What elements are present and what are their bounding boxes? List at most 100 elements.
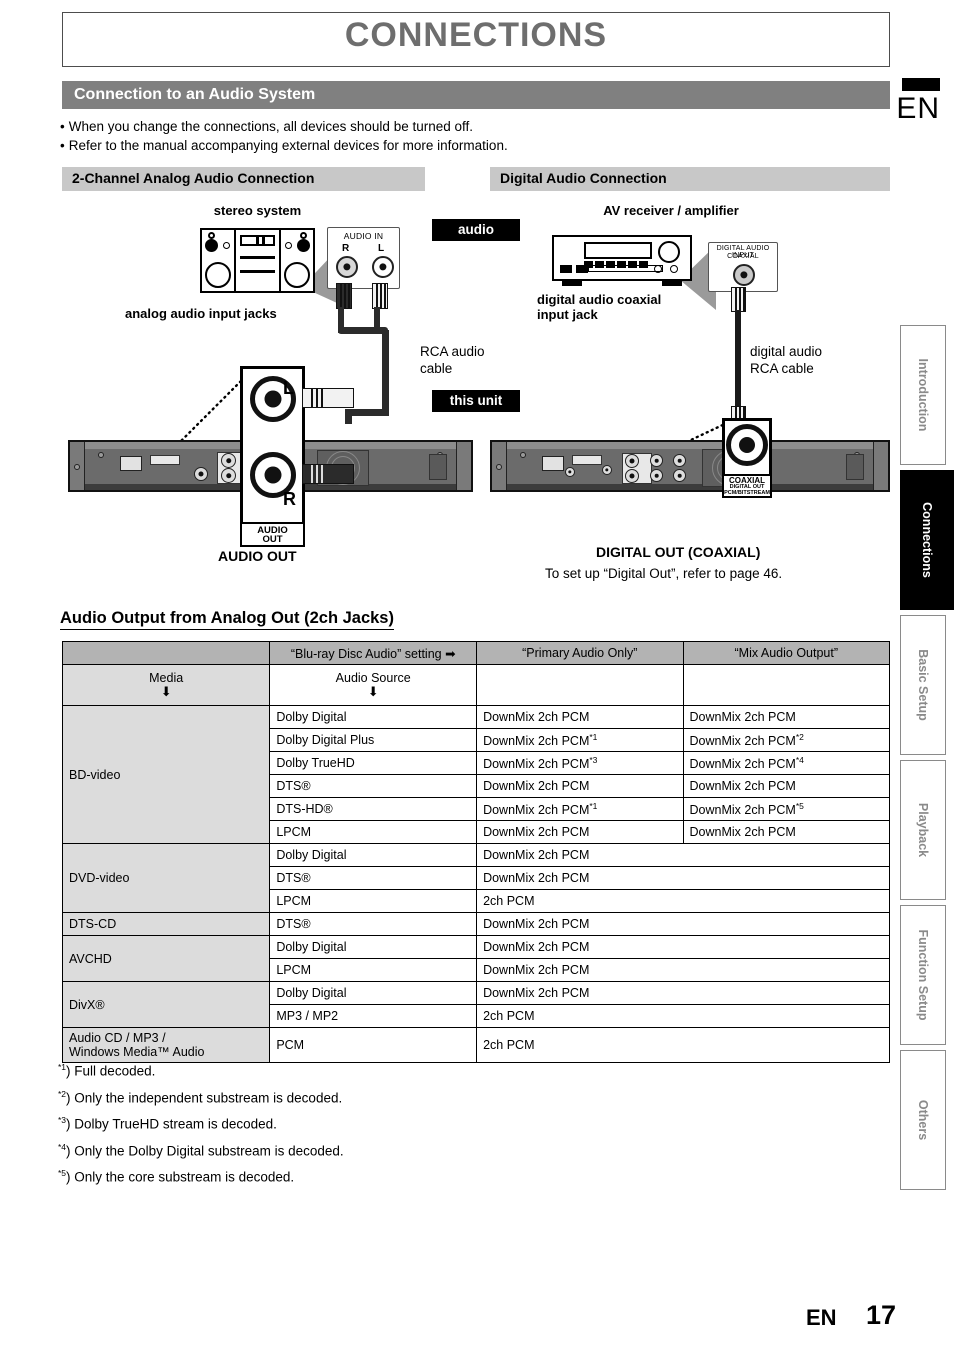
manual-page: CONNECTIONS Connection to an Audio Syste… xyxy=(0,0,954,1348)
section-header-label: Connection to an Audio System xyxy=(74,86,316,103)
audio-in-title: AUDIO IN xyxy=(343,231,384,241)
sidebar-tab-others[interactable]: Others xyxy=(900,1050,946,1190)
audio-in-label-l: L xyxy=(378,243,385,254)
table-row: DTS-CD DTS® DownMix 2ch PCM xyxy=(61,912,890,937)
table-cell-source: Dolby Digital xyxy=(269,705,478,729)
table-cell-output: 2ch PCM xyxy=(476,889,890,914)
table-cell-source: LPCM xyxy=(269,820,478,845)
note-text: When you change the connections, all dev… xyxy=(68,119,474,134)
sidebar-tab-label: Connections xyxy=(920,502,934,578)
table-cell-mix: DownMix 2ch PCM xyxy=(682,820,891,845)
rear-jack-r3 xyxy=(650,454,663,467)
table-cell-output: DownMix 2ch PCM xyxy=(476,866,890,891)
speaker-left xyxy=(202,230,236,291)
analog-input-jacks-label: analog audio input jacks xyxy=(125,306,277,321)
table-header-setting: “Blu-ray Disc Audio” setting ➡ xyxy=(269,641,478,665)
table-cell-mix: DownMix 2ch PCM*4 xyxy=(682,751,891,776)
table-subheader-media: Media ⬇ xyxy=(61,664,271,706)
coaxial-input-socket xyxy=(733,264,755,286)
sidebar-tab-basic-setup[interactable]: Basic Setup xyxy=(900,615,946,755)
sidebar-tab-playback[interactable]: Playback xyxy=(900,760,946,900)
hdmi-port-right xyxy=(572,455,602,465)
big-plug-white xyxy=(302,388,354,408)
digital-coaxial-jack-label: digital audio coaxial input jack xyxy=(537,292,662,322)
coaxial-out-big-jack xyxy=(726,424,768,466)
table-cell-output: 2ch PCM xyxy=(476,1027,890,1064)
footnote-item: *3) Dolby TrueHD stream is decoded. xyxy=(58,1115,277,1132)
subsection-label-digital: Digital Audio Connection xyxy=(500,170,667,186)
table-cell-media: DivX® xyxy=(61,981,271,1029)
coax-out-jack xyxy=(602,465,612,475)
footer-language: EN xyxy=(806,1305,837,1330)
table-cell-source: Dolby TrueHD xyxy=(269,751,478,776)
note-item: • When you change the connections, all de… xyxy=(60,117,760,136)
lan-port-right xyxy=(542,456,564,471)
table-row: DivX® Dolby Digital DownMix 2ch PCM xyxy=(61,981,890,1029)
sidebar-tab-label: Playback xyxy=(916,802,930,858)
sidebar-tab-label: Others xyxy=(916,1099,930,1141)
audio-out-jack-r xyxy=(221,468,236,483)
footnotes-list: *1) Full decoded. *2) Only the independen… xyxy=(58,1056,344,1189)
sidebar-tab-connections[interactable]: Connections xyxy=(900,470,954,610)
table-cell-media: BD-video xyxy=(61,704,271,845)
speaker-right xyxy=(279,230,313,291)
stereo-center-unit xyxy=(236,230,279,291)
subsection-label-analog: 2-Channel Analog Audio Connection xyxy=(72,170,315,186)
table-cell-mix: DownMix 2ch PCM xyxy=(682,774,891,799)
footnote-mark: *1 xyxy=(58,1062,67,1072)
rear-minijack-right xyxy=(565,467,575,477)
table-cell-source: DTS® xyxy=(269,866,478,891)
table-cell-source: Dolby Digital xyxy=(269,981,478,1006)
audio-in-callout: AUDIO IN R L xyxy=(327,227,400,289)
bullet-icon: • xyxy=(60,138,65,153)
table-cell-source: DTS® xyxy=(269,912,478,937)
table-cell-output: DownMix 2ch PCM xyxy=(476,843,890,868)
rear-jack-r2 xyxy=(625,469,639,483)
audio-out-inner-label-box: AUDIO OUT xyxy=(240,522,305,547)
digital-cable-vertical xyxy=(735,310,741,410)
coax-line-3: PCM/BITSTREAM xyxy=(724,490,770,496)
table-cell-source: LPCM xyxy=(269,958,478,983)
rca-cable-right-seg1 xyxy=(374,307,380,327)
table-row: DVD-video Dolby Digital DownMix 2ch PCM xyxy=(61,843,890,914)
power-inlet xyxy=(429,454,447,480)
digital-input-title-2: COAXIAL xyxy=(727,253,759,260)
table-cell-primary: DownMix 2ch PCM xyxy=(476,820,684,845)
table-subheader-source: Audio Source ⬇ xyxy=(269,664,478,706)
sidebar-tab-introduction[interactable]: Introduction xyxy=(900,325,946,465)
table-cell-mix: DownMix 2ch PCM*5 xyxy=(682,797,891,822)
rca-cable-join xyxy=(338,327,388,334)
av-receiver-label: AV receiver / amplifier xyxy=(603,203,739,218)
language-bar xyxy=(902,78,940,91)
table-cell-source: Dolby Digital xyxy=(269,843,478,868)
table-cell-media: AVCHD xyxy=(61,935,271,983)
power-inlet-right xyxy=(846,454,864,480)
table-cell-media: DTS-CD xyxy=(61,912,271,937)
rear-jack-r6 xyxy=(673,469,686,482)
digital-out-caption-title: DIGITAL OUT (COAXIAL) xyxy=(596,544,761,560)
table-cell-source: Dolby Digital xyxy=(269,935,478,960)
audio-out-jack-l xyxy=(221,453,236,468)
page-title: CONNECTIONS xyxy=(344,16,608,54)
table-cell-primary: DownMix 2ch PCM*1 xyxy=(476,727,684,753)
sidebar-tab-function-setup[interactable]: Function Setup xyxy=(900,905,946,1045)
table-cell-media: DVD-video xyxy=(61,843,271,914)
rear-minijack xyxy=(194,467,208,481)
audio-out-label-l: L xyxy=(283,378,294,398)
footnote-mark: *5 xyxy=(58,1168,67,1178)
note-text: Refer to the manual accompanying externa… xyxy=(68,138,508,153)
table-cell-output: DownMix 2ch PCM xyxy=(476,981,890,1006)
rca-plug-white xyxy=(372,283,388,309)
audio-badge: audio xyxy=(432,219,520,241)
footnote-item: *5) Only the core substream is decoded. xyxy=(58,1168,295,1185)
rca-plug-red xyxy=(336,283,352,309)
audio-output-table: “Blu-ray Disc Audio” setting ➡ “Primary A… xyxy=(61,641,891,1064)
section-header-bar: Connection to an Audio System xyxy=(62,81,890,109)
sidebar-tab-label: Basic Setup xyxy=(916,649,930,721)
table-subheader-row: Media ⬇ Audio Source ⬇ xyxy=(61,664,891,706)
audio-in-socket-l xyxy=(372,256,394,278)
table-header-primary: “Primary Audio Only” xyxy=(476,641,684,665)
footnote-mark: *2 xyxy=(58,1088,67,1099)
table-cell-source: Dolby Digital Plus xyxy=(269,727,478,753)
footnote-item: *1) Full decoded. xyxy=(58,1062,156,1079)
